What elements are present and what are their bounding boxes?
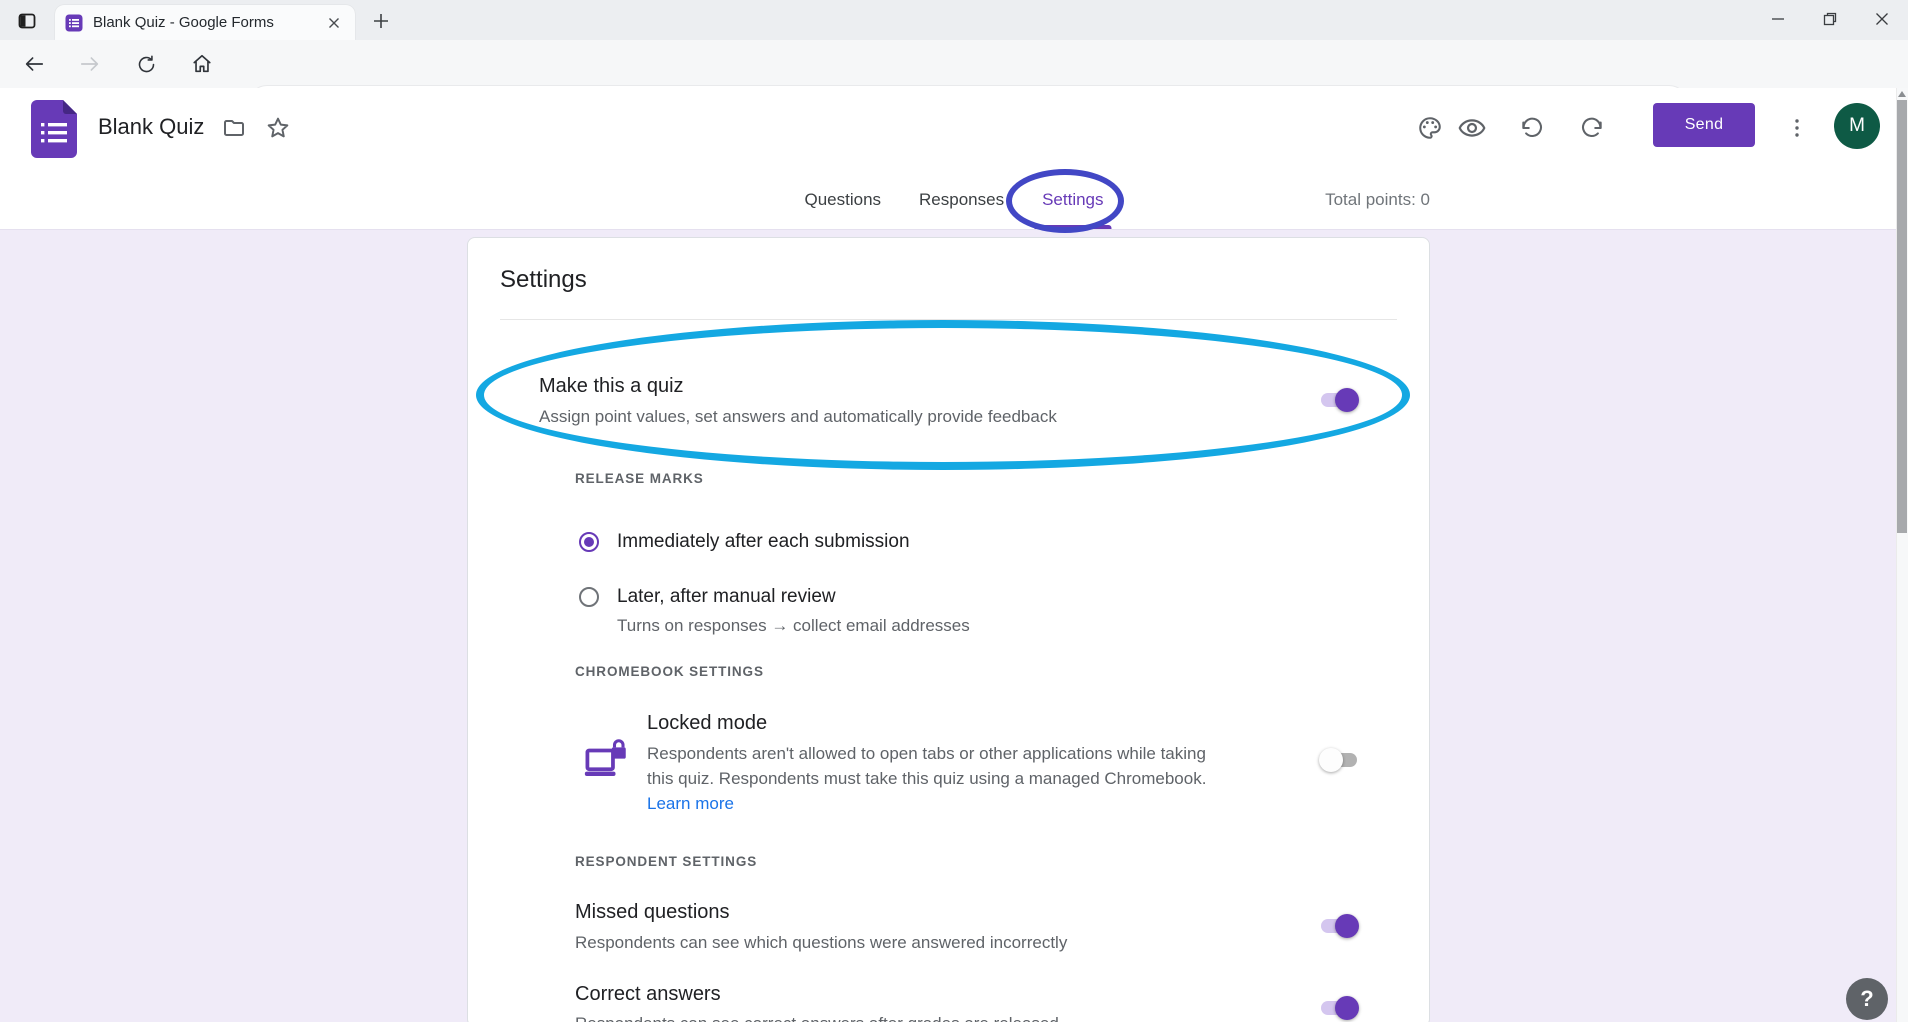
radio-immediately-label: Immediately after each submission [617, 531, 910, 553]
locked-mode-toggle[interactable] [1319, 748, 1359, 772]
missed-questions-title: Missed questions [575, 901, 730, 924]
plus-icon [373, 13, 389, 29]
undo-button[interactable] [1510, 106, 1554, 150]
toggle-thumb [1335, 388, 1359, 412]
browser-tab-strip: Blank Quiz - Google Forms [0, 0, 1908, 40]
correct-answers-title: Correct answers [575, 983, 721, 1006]
missed-questions-description: Respondents can see which questions were… [575, 933, 1067, 953]
window-controls [1752, 0, 1908, 38]
tab-actions-menu-button[interactable] [12, 7, 42, 34]
forms-header: Blank Quiz Send M [0, 88, 1908, 170]
quiz-toggle-description: Assign point values, set answers and aut… [539, 407, 1057, 427]
google-forms-logo-icon[interactable] [30, 99, 78, 159]
home-button[interactable] [184, 48, 220, 80]
browser-tab[interactable]: Blank Quiz - Google Forms [55, 5, 355, 40]
refresh-icon [136, 54, 157, 75]
star-icon [265, 115, 291, 141]
locked-mode-description: Respondents aren't allowed to open tabs … [647, 741, 1219, 816]
redo-button[interactable] [1570, 106, 1614, 150]
tab-questions[interactable]: Questions [804, 170, 881, 229]
toggle-thumb [1335, 914, 1359, 938]
palette-icon [1417, 115, 1443, 141]
vertical-tabs-icon [17, 11, 37, 31]
release-marks-header: RELEASE MARKS [575, 471, 704, 486]
radio-later-note: Turns on responses → collect email addre… [617, 616, 970, 636]
tab-close-button[interactable] [323, 12, 345, 34]
radio-later-label: Later, after manual review [617, 586, 836, 608]
eye-icon [1458, 114, 1486, 142]
tab-responses[interactable]: Responses [919, 170, 1004, 229]
undo-icon [1519, 115, 1545, 141]
locked-mode-description-text: Respondents aren't allowed to open tabs … [647, 744, 1206, 788]
home-icon [191, 53, 213, 75]
total-points-label: Total points: 0 [1325, 190, 1430, 210]
forward-arrow-icon [79, 53, 101, 75]
screen: Blank Quiz - Google Forms h [0, 0, 1908, 1022]
back-button[interactable] [16, 48, 52, 80]
tab-settings[interactable]: Settings [1042, 170, 1103, 229]
correct-answers-toggle[interactable] [1319, 996, 1359, 1020]
new-tab-button[interactable] [368, 9, 394, 33]
star-form-button[interactable] [256, 106, 300, 150]
folder-icon [222, 116, 246, 140]
refresh-button[interactable] [128, 48, 164, 80]
window-restore-button[interactable] [1804, 0, 1856, 38]
respondent-settings-header: RESPONDENT SETTINGS [575, 854, 757, 869]
vertical-dots-icon [1787, 118, 1807, 138]
scrollbar-thumb[interactable] [1897, 100, 1907, 533]
forward-button[interactable] [72, 48, 108, 80]
customize-theme-button[interactable] [1408, 106, 1452, 150]
account-avatar[interactable]: M [1834, 103, 1880, 149]
locked-mode-laptop-icon [584, 738, 630, 780]
divider [500, 319, 1397, 320]
more-options-button[interactable] [1775, 106, 1819, 150]
form-title[interactable]: Blank Quiz [98, 114, 204, 140]
window-minimize-button[interactable] [1752, 0, 1804, 38]
restore-icon [1823, 12, 1837, 26]
correct-answers-description: Respondents can see correct answers afte… [575, 1014, 1059, 1022]
settings-card: Settings Make this a quiz Assign point v… [467, 237, 1430, 1022]
window-close-button[interactable] [1856, 0, 1908, 38]
scrollbar-up-arrow-icon[interactable] [1898, 91, 1906, 97]
tab-title: Blank Quiz - Google Forms [93, 14, 323, 31]
preview-button[interactable] [1450, 106, 1494, 150]
move-to-folder-button[interactable] [212, 106, 256, 150]
missed-questions-toggle[interactable] [1319, 914, 1359, 938]
radio-immediately[interactable] [579, 532, 599, 552]
redo-icon [1579, 115, 1605, 141]
radio-later[interactable] [579, 587, 599, 607]
google-forms-favicon [65, 14, 83, 32]
minimize-icon [1771, 12, 1785, 26]
help-button[interactable]: ? [1846, 978, 1888, 1020]
locked-mode-title: Locked mode [647, 712, 767, 735]
toggle-thumb [1335, 996, 1359, 1020]
toggle-thumb [1319, 748, 1343, 772]
browser-toolbar: https://docs.google.com/forms/d/1OKCFcL-… [0, 40, 1908, 89]
settings-heading: Settings [500, 266, 587, 294]
forms-tab-bar: Questions Responses Settings Total point… [0, 170, 1908, 229]
close-icon [328, 17, 340, 29]
send-button[interactable]: Send [1653, 103, 1755, 147]
quiz-toggle[interactable] [1319, 388, 1359, 412]
back-arrow-icon [23, 53, 45, 75]
learn-more-link[interactable]: Learn more [647, 794, 734, 813]
quiz-toggle-title: Make this a quiz [539, 375, 684, 398]
close-icon [1875, 12, 1889, 26]
chromebook-settings-header: CHROMEBOOK SETTINGS [575, 664, 764, 679]
